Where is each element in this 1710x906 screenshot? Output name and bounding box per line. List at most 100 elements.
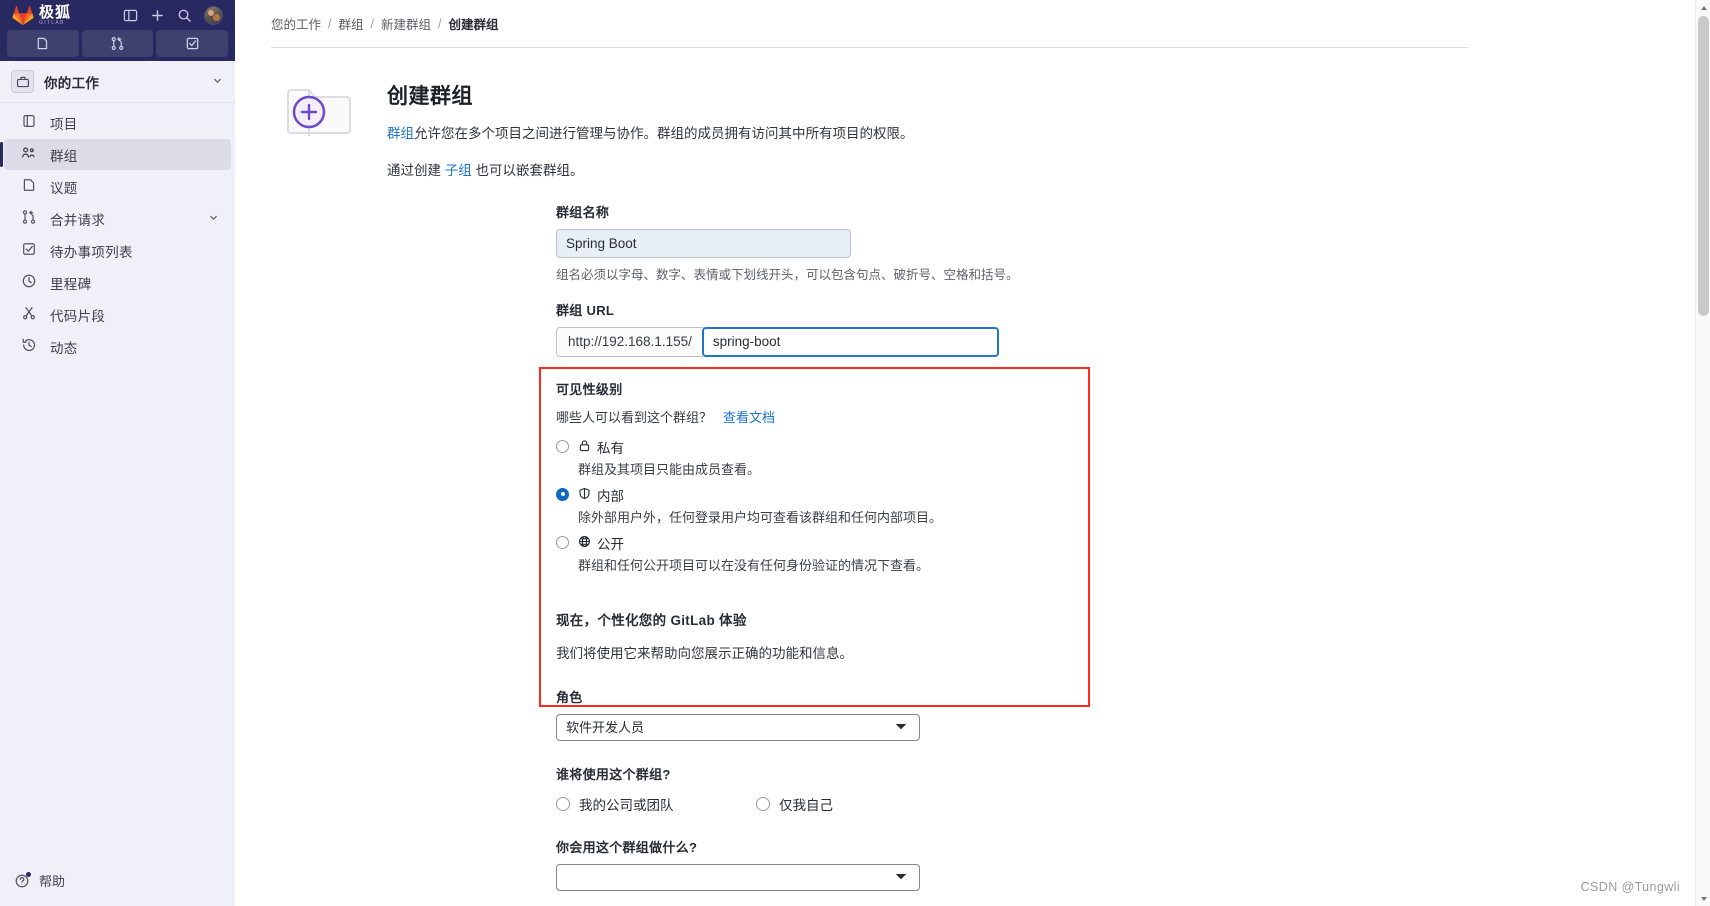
logo-text-cn: 极狐 <box>39 3 72 21</box>
sidebar-item-label: 待办事项列表 <box>50 244 133 260</box>
user-avatar[interactable] <box>204 5 223 25</box>
visibility-option-private[interactable]: 私有 群组及其项目只能由成员查看。 <box>556 437 1710 483</box>
watermark: CSDN @Tungwli <box>1580 880 1680 894</box>
sidebar-item-label: 里程碑 <box>50 276 92 292</box>
sidebar-item-label: 代码片段 <box>50 308 106 324</box>
sidebar-context-label: 你的工作 <box>44 75 100 91</box>
search-icon[interactable] <box>177 8 192 23</box>
role-label: 角色 <box>556 689 583 705</box>
merge-requests-quick-button[interactable] <box>81 30 154 57</box>
sidebar-item-label: 项目 <box>50 116 78 132</box>
help-notification-dot <box>26 871 31 877</box>
chevron-down-icon <box>212 73 223 91</box>
visibility-radio-private[interactable] <box>556 439 569 453</box>
visibility-question-row: 哪些人可以看到这个群组？ 查看文档 <box>556 407 1710 426</box>
fox-logo-icon <box>12 5 34 25</box>
sidebar-context-switcher[interactable]: 你的工作 <box>0 61 235 103</box>
sidebar-help-label: 帮助 <box>39 874 66 889</box>
visibility-label: 可见性级别 <box>556 381 623 397</box>
scrollbar-thumb[interactable] <box>1698 16 1709 316</box>
sidebar-item-todos[interactable]: 待办事项列表 <box>4 235 231 266</box>
new-item-icon[interactable] <box>150 8 165 23</box>
who-radio-company[interactable] <box>556 796 570 811</box>
scroll-down-arrow-icon[interactable] <box>1696 891 1710 906</box>
visibility-option-internal[interactable]: 内部 除外部用户外，任何登录用户均可查看该群组和任何内部项目。 <box>556 485 1710 531</box>
breadcrumb-separator: / <box>438 16 442 31</box>
sidebar-item-label: 动态 <box>50 340 78 356</box>
logo-text-en: GITLAB <box>39 19 65 26</box>
visibility-desc-internal: 除外部用户外，任何登录用户均可查看该群组和任何内部项目。 <box>578 509 943 525</box>
role-select[interactable]: 软件开发人员 <box>556 713 920 741</box>
visibility-desc-private: 群组及其项目只能由成员查看。 <box>578 461 761 477</box>
who-radio-myself[interactable] <box>756 796 770 811</box>
main-content: 您的工作 / 群组 / 新建群组 / 创建群组 创建群组 群组允许您在多个项目之… <box>235 0 1710 906</box>
activity-icon <box>21 337 37 356</box>
group-url-label: 群组 URL <box>556 302 615 318</box>
sidebar-toggle-icon[interactable] <box>123 8 138 23</box>
who-option-myself[interactable]: 仅我自己 <box>756 794 833 814</box>
group-name-hint: 组名必须以字母、数字、表情或下划线开头，可以包含句点、破折号、空格和括号。 <box>556 267 1019 282</box>
use-for-select[interactable] <box>556 863 920 891</box>
use-for-label: 你会用这个群组做什么? <box>556 839 698 855</box>
breadcrumb-item-new-group[interactable]: 新建群组 <box>381 14 431 33</box>
globe-icon <box>578 535 591 551</box>
sidebar-item-label: 议题 <box>50 180 78 196</box>
visibility-section: 可见性级别 哪些人可以看到这个群组？ 查看文档 私有 群组及其项目只能由成员查看… <box>556 379 1710 579</box>
sidebar-item-merge-requests[interactable]: 合并请求 <box>4 203 231 234</box>
folder-plus-illustration <box>271 74 363 146</box>
personalize-section: 现在，个性化您的 GitLab 体验 我们将使用它来帮助向您展示正确的功能和信息… <box>556 609 1710 662</box>
milestone-icon <box>21 273 37 292</box>
who-option-company-label: 我的公司或团队 <box>579 797 674 813</box>
subgroup-post-text: 也可以嵌套群组。 <box>471 163 584 179</box>
personalize-title: 现在，个性化您的 GitLab 体验 <box>556 612 747 628</box>
page-title: 创建群组 <box>387 85 473 108</box>
subgroup-pre-text: 通过创建 <box>387 163 445 179</box>
sidebar-item-groups[interactable]: 群组 <box>0 139 231 170</box>
who-will-use-label: 谁将使用这个群组? <box>556 766 671 782</box>
page-description-1: 群组允许您在多个项目之间进行管理与协作。群组的成员拥有访问其中所有项目的权限。 <box>387 124 914 144</box>
briefcase-icon <box>11 70 34 93</box>
visibility-title-internal: 内部 <box>597 488 624 504</box>
breadcrumb-item-your-work[interactable]: 您的工作 <box>271 14 321 33</box>
chevron-down-icon <box>208 211 219 226</box>
sidebar-item-projects[interactable]: 项目 <box>4 107 231 138</box>
visibility-radio-group: 私有 群组及其项目只能由成员查看。 内部 除外部用户外，任何登录用户均可查看该群… <box>556 437 1710 579</box>
visibility-radio-internal[interactable] <box>556 487 569 501</box>
sidebar-item-activity[interactable]: 动态 <box>4 331 231 362</box>
visibility-title-public: 公开 <box>597 536 624 552</box>
visibility-doc-link[interactable]: 查看文档 <box>723 407 775 426</box>
merge-request-icon <box>21 209 37 228</box>
visibility-option-public[interactable]: 公开 群组和任何公开项目可以在没有任何身份验证的情况下查看。 <box>556 533 1710 579</box>
vertical-scrollbar[interactable] <box>1695 0 1710 906</box>
snippet-icon <box>21 305 37 324</box>
gitlab-logo[interactable]: 极狐 GITLAB <box>8 5 71 26</box>
use-for-field: 你会用这个群组做什么? <box>556 837 1710 891</box>
sidebar-quick-actions <box>0 30 235 61</box>
group-name-input[interactable] <box>556 228 851 258</box>
help-question-icon <box>14 871 31 889</box>
who-option-company[interactable]: 我的公司或团队 <box>556 794 756 814</box>
breadcrumb-item-groups[interactable]: 群组 <box>339 14 364 33</box>
sidebar-item-snippets[interactable]: 代码片段 <box>4 299 231 330</box>
create-group-form: 群组名称 组名必须以字母、数字、表情或下划线开头，可以包含句点、破折号、空格和括… <box>235 182 1710 906</box>
sidebar-top-icons <box>123 5 227 25</box>
who-will-use-field: 谁将使用这个群组? 我的公司或团队 仅我自己 <box>556 764 1710 814</box>
breadcrumb: 您的工作 / 群组 / 新建群组 / 创建群组 <box>235 0 1710 33</box>
sidebar-help-button[interactable]: 帮助 <box>0 871 235 906</box>
group-url-row: http://192.168.1.155/ <box>556 326 1710 357</box>
todos-quick-button[interactable] <box>156 30 229 57</box>
page-description-text: 允许您在多个项目之间进行管理与协作。群组的成员拥有访问其中所有项目的权限。 <box>414 126 914 141</box>
lock-icon <box>578 439 591 455</box>
group-icon <box>21 145 37 164</box>
todo-icon <box>21 241 37 260</box>
issues-quick-button[interactable] <box>7 30 79 57</box>
visibility-radio-public[interactable] <box>556 535 569 549</box>
who-will-use-options: 我的公司或团队 仅我自己 <box>556 794 1710 814</box>
group-url-input[interactable] <box>701 326 999 357</box>
sidebar-item-issues[interactable]: 议题 <box>4 171 231 202</box>
sidebar-item-milestones[interactable]: 里程碑 <box>4 267 231 298</box>
groups-doc-link[interactable]: 群组 <box>387 126 414 141</box>
sidebar-item-label: 合并请求 <box>50 212 106 228</box>
scroll-up-arrow-icon[interactable] <box>1696 0 1710 15</box>
subgroup-doc-link[interactable]: 子组 <box>445 163 472 178</box>
